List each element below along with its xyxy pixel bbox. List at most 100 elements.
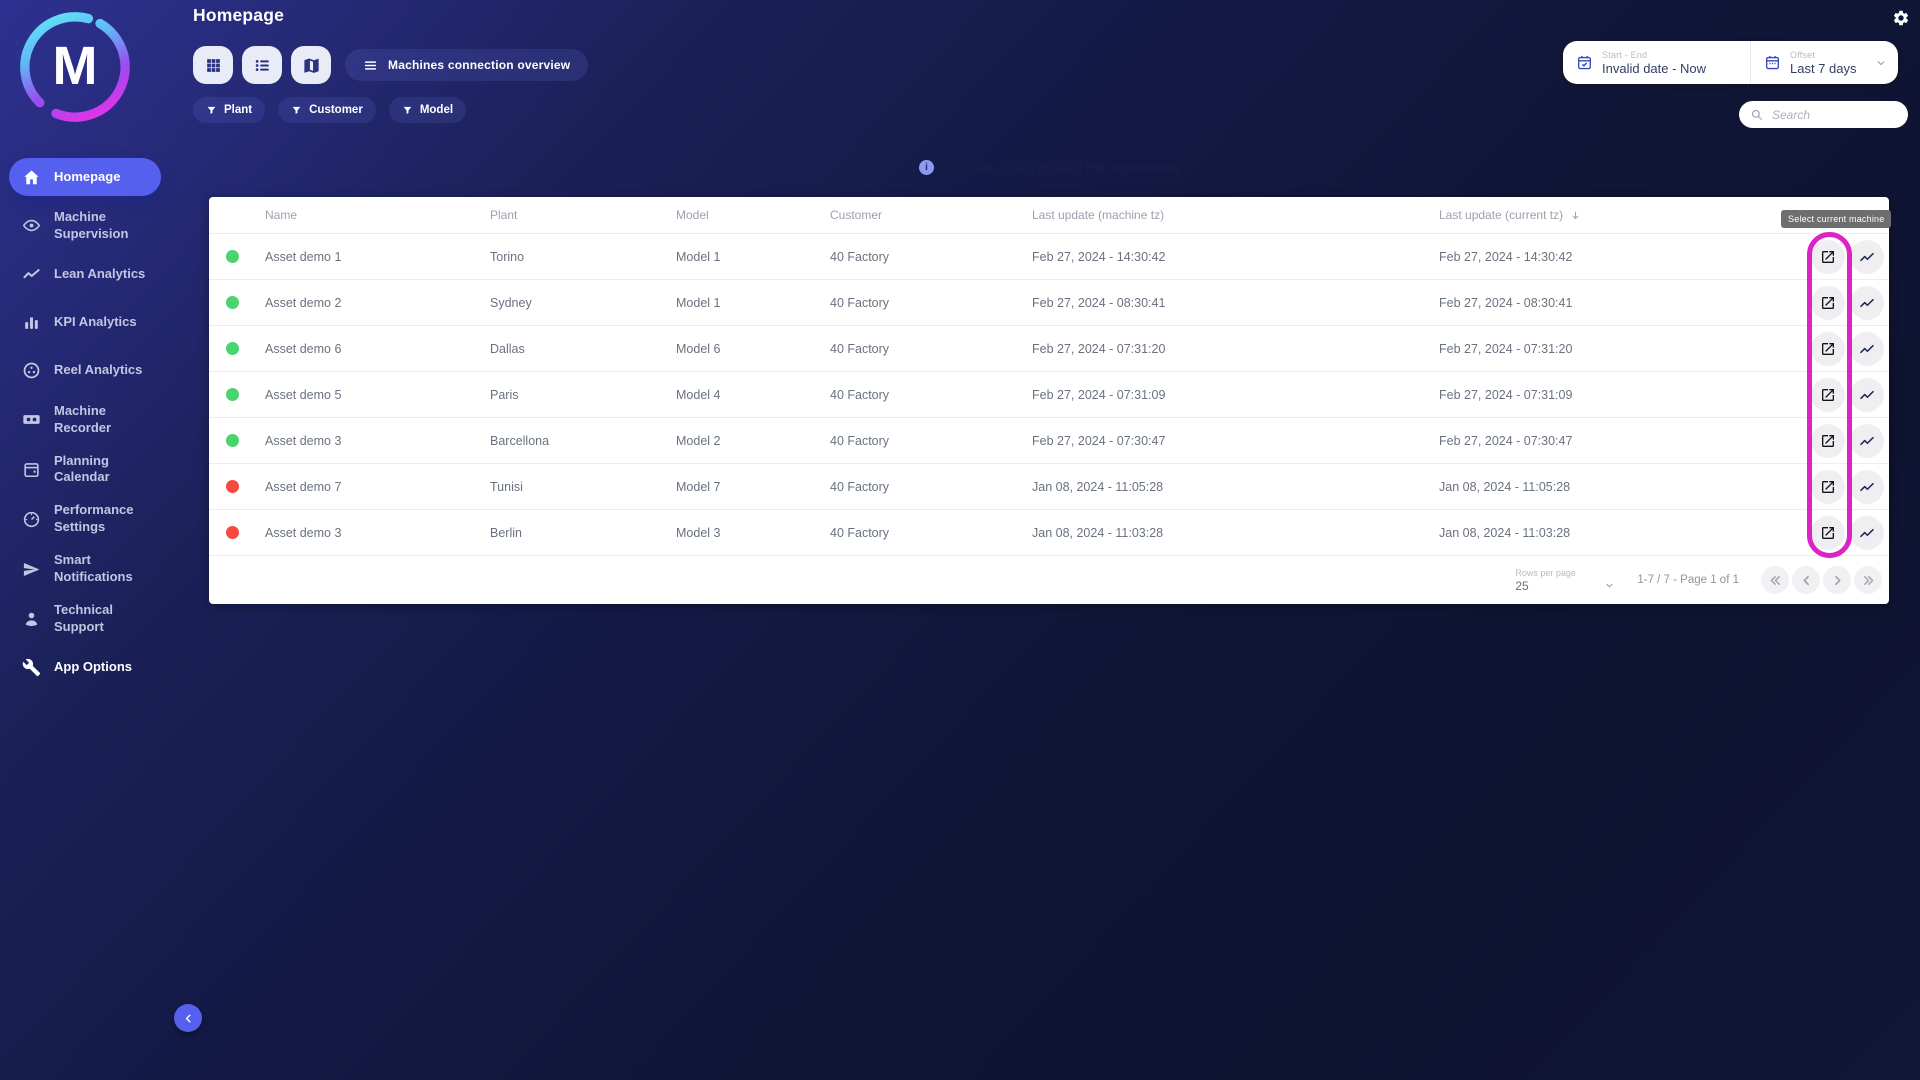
- view-switcher: [193, 46, 331, 84]
- table-row-asset-demo-5[interactable]: Asset demo 5 Paris Model 4 40 Factory Fe…: [209, 371, 1889, 417]
- cell-name: Asset demo 6: [265, 342, 490, 356]
- select-machine-button[interactable]: [1811, 424, 1845, 458]
- cell-customer: 40 Factory: [830, 526, 1032, 540]
- view-button-map[interactable]: [291, 46, 331, 84]
- filter-chip-customer[interactable]: Customer: [278, 97, 376, 123]
- filter-icon: [291, 105, 302, 116]
- cell-customer: 40 Factory: [830, 342, 1032, 356]
- filter-chip-label: Plant: [224, 104, 252, 116]
- search-input[interactable]: [1770, 107, 1897, 123]
- sidebar-item-lean-analytics[interactable]: Lean Analytics: [9, 256, 161, 294]
- filter-icon: [402, 105, 413, 116]
- first-page-button[interactable]: [1761, 566, 1789, 594]
- machine-trend-button[interactable]: [1850, 332, 1884, 366]
- cell-name: Asset demo 1: [265, 250, 490, 264]
- cell-last-update-machine: Feb 27, 2024 - 07:31:09: [1032, 388, 1439, 402]
- cell-plant: Sydney: [490, 296, 676, 310]
- cell-customer: 40 Factory: [830, 388, 1032, 402]
- date-range-start-end[interactable]: Start - End Invalid date - Now: [1563, 41, 1750, 84]
- prev-page-button[interactable]: [1792, 566, 1820, 594]
- rows-per-page-select[interactable]: Rows per page 25: [1515, 568, 1615, 593]
- sidebar-item-reel-analytics[interactable]: Reel Analytics: [9, 352, 161, 390]
- sidebar-item-homepage[interactable]: Homepage: [9, 158, 161, 196]
- sidebar-item-planning-calendar[interactable]: Planning Calendar: [9, 450, 161, 490]
- cell-last-update-current: Jan 08, 2024 - 11:03:28: [1439, 526, 1801, 540]
- sidebar-item-kpi-analytics[interactable]: KPI Analytics: [9, 304, 161, 342]
- sidebar-item-smart-notifications[interactable]: Smart Notifications: [9, 549, 161, 589]
- table-row-asset-demo-1[interactable]: Asset demo 1 Torino Model 1 40 Factory F…: [209, 233, 1889, 279]
- select-machine-button[interactable]: [1811, 332, 1845, 366]
- select-machine-button[interactable]: [1811, 378, 1845, 412]
- table-row-asset-demo-3[interactable]: Asset demo 3 Berlin Model 3 40 Factory J…: [209, 509, 1889, 555]
- cell-last-update-machine: Feb 27, 2024 - 07:30:47: [1032, 434, 1439, 448]
- view-button-grid[interactable]: [193, 46, 233, 84]
- cell-model: Model 4: [676, 388, 830, 402]
- column-header-last-update-machine[interactable]: Last update (machine tz): [1032, 208, 1439, 222]
- info-icon: i: [919, 160, 934, 175]
- column-header-customer[interactable]: Customer: [830, 208, 1032, 222]
- last-page-button[interactable]: [1854, 566, 1882, 594]
- machine-trend-button[interactable]: [1850, 286, 1884, 320]
- offset-select[interactable]: Offset Last 7 days: [1750, 41, 1898, 84]
- sidebar-item-performance-settings[interactable]: Performance Settings: [9, 499, 161, 539]
- machine-trend-button[interactable]: [1850, 240, 1884, 274]
- select-machine-button[interactable]: [1811, 240, 1845, 274]
- wrench-icon: [22, 658, 41, 677]
- sidebar-item-label: Performance Settings: [54, 502, 155, 536]
- select-machine-button[interactable]: [1811, 470, 1845, 504]
- column-header-name[interactable]: Name: [265, 208, 490, 222]
- trending-icon: [1859, 525, 1875, 541]
- offset-value: Last 7 days: [1790, 61, 1857, 76]
- machines-table: Name Plant Model Customer Last update (m…: [209, 197, 1889, 604]
- machine-trend-button[interactable]: [1850, 516, 1884, 550]
- machines-connection-overview-button[interactable]: Machines connection overview: [345, 49, 588, 81]
- cell-customer: 40 Factory: [830, 250, 1032, 264]
- table-row-asset-demo-2[interactable]: Asset demo 2 Sydney Model 1 40 Factory F…: [209, 279, 1889, 325]
- cell-model: Model 6: [676, 342, 830, 356]
- open-in-new-icon: [1820, 525, 1836, 541]
- search-icon: [1750, 108, 1763, 121]
- sidebar-item-label: App Options: [54, 659, 132, 676]
- sidebar-item-label: Homepage: [54, 169, 120, 186]
- select-machine-button[interactable]: [1811, 516, 1845, 550]
- machine-trend-button[interactable]: [1850, 424, 1884, 458]
- settings-button[interactable]: [1892, 9, 1910, 27]
- trending-icon: [1859, 387, 1875, 403]
- cell-plant: Barcellona: [490, 434, 676, 448]
- sidebar-item-app-options[interactable]: App Options: [9, 649, 161, 687]
- sidebar-item-label: Planning Calendar: [54, 453, 155, 487]
- cell-plant: Paris: [490, 388, 676, 402]
- next-page-button[interactable]: [1823, 566, 1851, 594]
- sidebar-collapse-button[interactable]: [174, 1004, 202, 1032]
- cell-last-update-current: Jan 08, 2024 - 11:05:28: [1439, 480, 1801, 494]
- view-button-list[interactable]: [242, 46, 282, 84]
- select-machine-button[interactable]: [1811, 286, 1845, 320]
- filter-chip-plant[interactable]: Plant: [193, 97, 265, 123]
- sidebar-item-machine-supervision[interactable]: Machine Supervision: [9, 206, 161, 246]
- filter-chip-label: Customer: [309, 104, 363, 116]
- trending-icon: [1859, 479, 1875, 495]
- table-row-asset-demo-7[interactable]: Asset demo 7 Tunisi Model 7 40 Factory J…: [209, 463, 1889, 509]
- cell-last-update-current: Feb 27, 2024 - 07:30:47: [1439, 434, 1801, 448]
- open-in-new-icon: [1820, 433, 1836, 449]
- machine-trend-button[interactable]: [1850, 378, 1884, 412]
- banner-text: Click on a card to start the exploration: [942, 160, 1179, 175]
- sidebar-item-technical-support[interactable]: Technical Support: [9, 599, 161, 639]
- sidebar-item-label: Machine Recorder: [54, 403, 155, 437]
- table-header: Name Plant Model Customer Last update (m…: [209, 197, 1889, 233]
- sidebar: M Homepage Machine Supervision Lean Anal…: [0, 0, 170, 1080]
- cell-last-update-machine: Feb 27, 2024 - 08:30:41: [1032, 296, 1439, 310]
- filter-chip-model[interactable]: Model: [389, 97, 466, 123]
- sidebar-item-machine-recorder[interactable]: Machine Recorder: [9, 400, 161, 440]
- table-row-asset-demo-3[interactable]: Asset demo 3 Barcellona Model 2 40 Facto…: [209, 417, 1889, 463]
- table-row-asset-demo-6[interactable]: Asset demo 6 Dallas Model 6 40 Factory F…: [209, 325, 1889, 371]
- column-header-model[interactable]: Model: [676, 208, 830, 222]
- sidebar-item-label: KPI Analytics: [54, 314, 137, 331]
- table-body: Asset demo 1 Torino Model 1 40 Factory F…: [209, 233, 1889, 555]
- column-header-last-update-current[interactable]: Last update (current tz): [1439, 208, 1801, 222]
- machine-trend-button[interactable]: [1850, 470, 1884, 504]
- cell-name: Asset demo 3: [265, 434, 490, 448]
- exploration-banner: i Click on a card to start the explorati…: [209, 160, 1889, 175]
- logo-letter: M: [16, 8, 134, 126]
- column-header-plant[interactable]: Plant: [490, 208, 676, 222]
